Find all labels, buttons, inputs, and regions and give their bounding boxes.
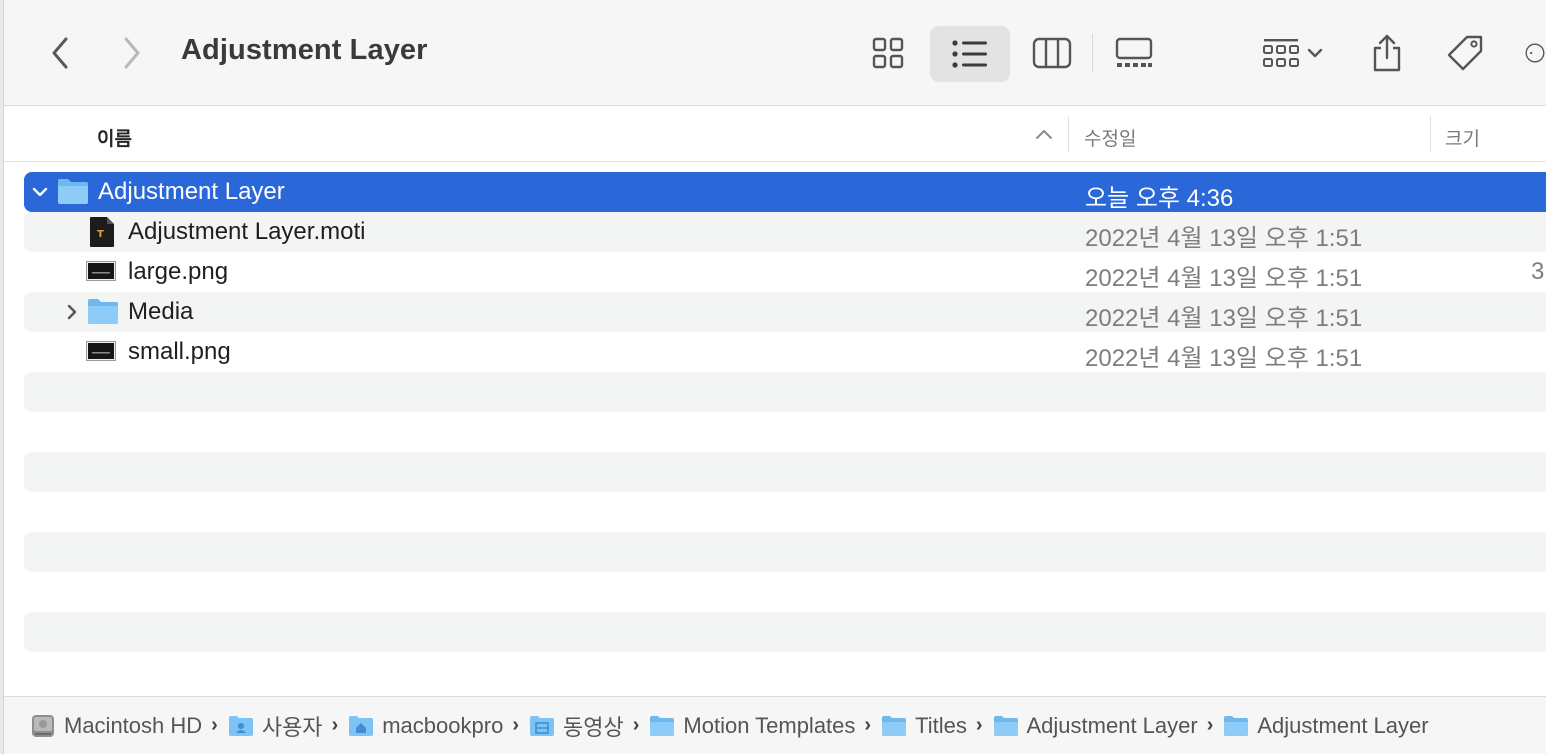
folder-icon (57, 177, 89, 210)
row-date: 오늘 오후 4:36 (1085, 185, 1234, 212)
path-separator: › (211, 714, 218, 736)
window-edge (0, 0, 4, 754)
row-name: Media (128, 298, 194, 325)
path-item-label: Macintosh HD (64, 712, 203, 738)
motion-document-icon: T (89, 216, 115, 253)
row-date: 2022년 4월 13일 오후 1:51 (1085, 225, 1363, 252)
tag-icon (1447, 35, 1483, 71)
chevron-right-icon (124, 37, 140, 69)
row-name: Adjustment Layer (98, 178, 285, 205)
empty-row (24, 452, 1546, 492)
toolbar-separator (1092, 34, 1093, 72)
column-date-header[interactable]: 수정일 (1084, 124, 1136, 151)
path-separator: › (864, 714, 872, 736)
list-item[interactable]: Media 2022년 4월 13일 오후 1:51 (24, 292, 1546, 332)
disclosure-collapsed-icon[interactable] (62, 302, 82, 322)
back-button[interactable] (40, 34, 80, 72)
path-item-label: Adjustment Layer (1257, 712, 1429, 738)
tag-button[interactable] (1440, 26, 1490, 80)
disclosure-expanded-icon[interactable] (30, 182, 50, 202)
path-item-adjustment-layer-current[interactable]: Adjustment Layer (1223, 712, 1429, 739)
column-header: 이름 수정일 크기 (0, 106, 1546, 162)
home-folder-icon (348, 715, 374, 737)
column-name-header[interactable]: 이름 (97, 124, 132, 151)
forward-button[interactable] (112, 34, 152, 72)
sort-ascending-icon[interactable] (1035, 128, 1053, 140)
path-separator: › (331, 714, 339, 736)
path-item-motion-templates[interactable]: Motion Templates (649, 713, 855, 739)
path-item-label: Titles (915, 712, 967, 738)
chevron-left-icon (52, 37, 68, 69)
svg-text:T: T (97, 229, 104, 240)
gallery-icon (1115, 37, 1153, 67)
path-item-label: Motion Templates (683, 712, 856, 738)
users-folder-icon (228, 715, 254, 737)
row-name: Adjustment Layer.moti (128, 218, 366, 245)
row-name: large.png (128, 258, 229, 285)
column-view-button[interactable] (1026, 26, 1078, 80)
group-by-button[interactable] (1252, 26, 1332, 80)
path-item-adjustment-layer[interactable]: Adjustment Layer (993, 713, 1198, 739)
list-item-selected[interactable]: Adjustment Layer 오늘 오후 4:36 (24, 172, 1546, 212)
folder-icon (1223, 715, 1249, 737)
list-view-button[interactable] (930, 26, 1010, 82)
path-separator: › (1206, 714, 1214, 736)
path-item-home[interactable]: macbookpro (348, 713, 503, 739)
empty-row (24, 372, 1546, 412)
list-item[interactable]: T Adjustment Layer.moti 2022년 4월 13일 오후 … (24, 212, 1546, 252)
chevron-down-icon (1307, 48, 1323, 58)
folder-icon (649, 715, 675, 737)
path-item-label: Adjustment Layer (1026, 712, 1198, 738)
path-separator: › (632, 714, 640, 736)
row-date: 2022년 4월 13일 오후 1:51 (1085, 265, 1363, 292)
path-item-label: macbookpro (382, 712, 504, 738)
path-bar: Macintosh HD › 사용자 › macbookpro › 동영상 › … (0, 696, 1546, 754)
grid-icon (872, 37, 904, 69)
group-by-icon (1263, 39, 1299, 67)
column-size-header[interactable]: 크기 (1445, 124, 1480, 151)
toolbar: Adjustment Layer (0, 0, 1546, 106)
gallery-view-button[interactable] (1108, 26, 1160, 80)
row-date: 2022년 4월 13일 오후 1:51 (1085, 345, 1363, 372)
row-name: small.png (128, 338, 231, 365)
path-separator: › (512, 714, 519, 736)
list-item[interactable]: small.png 2022년 4월 13일 오후 1:51 (24, 332, 1546, 372)
window-title: Adjustment Layer (181, 34, 428, 66)
empty-row (24, 532, 1546, 572)
path-item-label: 동영상 (562, 714, 624, 740)
hard-drive-icon (30, 713, 56, 739)
folder-icon (881, 715, 907, 737)
path-item-titles[interactable]: Titles (881, 713, 967, 739)
path-item-users[interactable]: 사용자 (228, 710, 323, 742)
share-button[interactable] (1362, 26, 1412, 80)
png-image-icon (86, 341, 116, 366)
folder-icon (993, 715, 1019, 737)
list-item[interactable]: large.png 2022년 4월 13일 오후 1:51 3 (24, 252, 1546, 292)
share-icon (1373, 34, 1401, 72)
column-divider[interactable] (1068, 116, 1069, 152)
more-icon (1525, 43, 1545, 63)
folder-icon (87, 297, 119, 330)
column-divider[interactable] (1430, 116, 1431, 152)
list-icon (952, 40, 987, 68)
path-item-movies[interactable]: 동영상 (529, 710, 624, 742)
png-image-icon (86, 261, 116, 286)
movies-folder-icon (529, 715, 555, 737)
icon-view-button[interactable] (862, 26, 914, 80)
path-item-macintosh-hd[interactable]: Macintosh HD (30, 713, 202, 739)
row-date: 2022년 4월 13일 오후 1:51 (1085, 305, 1363, 332)
row-size: 3 (1531, 258, 1545, 285)
path-separator: › (975, 714, 983, 736)
empty-row (24, 612, 1546, 652)
more-button[interactable] (1524, 32, 1546, 74)
columns-icon (1032, 37, 1072, 69)
path-item-label: 사용자 (261, 714, 323, 740)
